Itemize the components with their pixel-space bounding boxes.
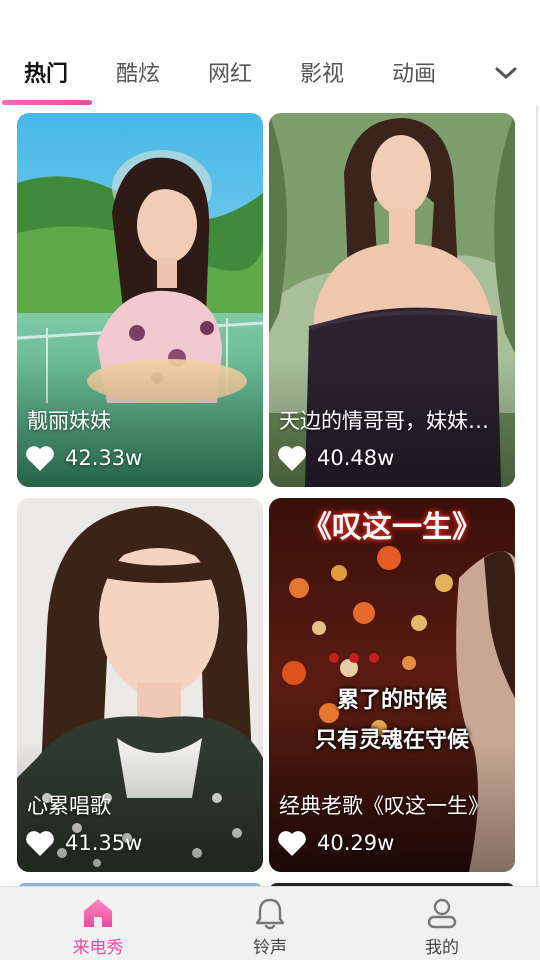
tab-cool[interactable]: 酷炫: [116, 56, 160, 88]
like-count: 40.48w: [317, 446, 395, 470]
nav-label: 铃声: [253, 938, 287, 958]
video-title: 心累唱歌: [27, 794, 111, 818]
tab-animation[interactable]: 动画: [392, 56, 436, 88]
tab-influencer[interactable]: 网红: [208, 56, 252, 88]
category-tab-bar: 热门 酷炫 网红 影视 动画: [0, 40, 540, 106]
tab-hot[interactable]: 热门: [24, 56, 68, 88]
like-counter[interactable]: 41.35w: [25, 828, 142, 858]
like-counter[interactable]: 42.33w: [25, 443, 142, 473]
like-count: 40.29w: [317, 831, 395, 855]
profile-icon: [427, 898, 457, 929]
like-counter[interactable]: 40.48w: [277, 443, 394, 473]
video-card[interactable]: 靓丽妹妹 42.33w: [17, 113, 263, 487]
like-count: 42.33w: [65, 446, 143, 470]
active-tab-indicator: [2, 100, 92, 105]
nav-item-call-show[interactable]: 来电秀: [28, 887, 168, 960]
nav-label: 我的: [425, 938, 459, 958]
more-categories-button[interactable]: [486, 56, 526, 90]
heart-icon: [278, 830, 306, 856]
heart-icon: [26, 445, 54, 471]
video-card[interactable]: 心累唱歌 41.35w: [17, 498, 263, 872]
chevron-down-icon: [495, 67, 517, 79]
video-card[interactable]: 天边的情哥哥，妹妹… 40.48w: [269, 113, 515, 487]
nav-item-profile[interactable]: 我的: [372, 887, 512, 960]
video-title: 天边的情哥哥，妹妹…: [279, 409, 489, 433]
bottom-navigation: 来电秀 铃声 我的: [0, 886, 540, 960]
like-count: 41.35w: [65, 831, 143, 855]
scrollbar-track: [536, 106, 538, 886]
heart-icon: [26, 830, 54, 856]
video-card[interactable]: 《叹这一生》 累了的时候 只有灵魂在守候 经典老歌《叹这一生》 40.29w: [269, 498, 515, 872]
tab-film[interactable]: 影视: [300, 56, 344, 88]
nav-item-ringtones[interactable]: 铃声: [200, 887, 340, 960]
heart-icon: [278, 445, 306, 471]
home-icon: [84, 899, 112, 927]
nav-label: 来电秀: [72, 938, 124, 958]
song-title-overlay: 《叹这一生》: [302, 510, 482, 545]
video-title: 经典老歌《叹这一生》: [279, 794, 489, 818]
lyric-line: 累了的时候: [336, 688, 447, 713]
bell-icon: [255, 898, 285, 930]
video-title: 靓丽妹妹: [27, 409, 111, 433]
like-counter[interactable]: 40.29w: [277, 828, 394, 858]
